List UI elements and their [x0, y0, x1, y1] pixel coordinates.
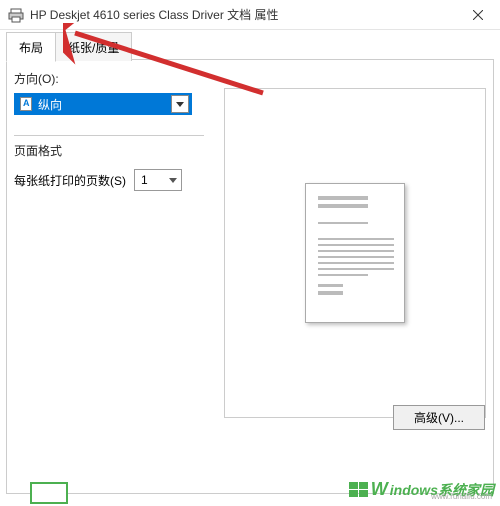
portrait-page-icon — [20, 97, 32, 111]
highlight-box — [30, 482, 68, 504]
close-button[interactable] — [455, 0, 500, 30]
page-format-title: 页面格式 — [14, 142, 204, 159]
printer-icon — [8, 7, 24, 23]
tab-paper-quality[interactable]: 纸张/质量 — [55, 32, 132, 61]
tab-layout[interactable]: 布局 — [6, 32, 56, 62]
orientation-select[interactable]: 纵向 — [14, 93, 192, 115]
pages-per-sheet-label: 每张纸打印的页数(S) — [14, 172, 126, 189]
pages-per-sheet-select[interactable]: 1 — [134, 169, 182, 191]
chevron-down-icon — [165, 170, 181, 190]
chevron-down-icon — [171, 95, 189, 113]
titlebar: HP Deskjet 4610 series Class Driver 文档 属… — [0, 0, 500, 30]
layout-panel: 方向(O): 纵向 页面格式 每张纸打印的页数(S) 1 — [14, 70, 486, 486]
orientation-label: 方向(O): — [14, 70, 204, 87]
tab-strip: 布局 纸张/质量 — [0, 32, 500, 61]
page-preview-icon — [305, 183, 405, 323]
pages-per-sheet-value: 1 — [141, 173, 148, 187]
separator — [14, 135, 204, 136]
advanced-button[interactable]: 高级(V)... — [393, 405, 485, 430]
orientation-value: 纵向 — [38, 96, 171, 113]
page-preview-box — [224, 88, 486, 418]
advanced-button-label: 高级(V)... — [414, 409, 464, 426]
window-title: HP Deskjet 4610 series Class Driver 文档 属… — [30, 6, 455, 23]
